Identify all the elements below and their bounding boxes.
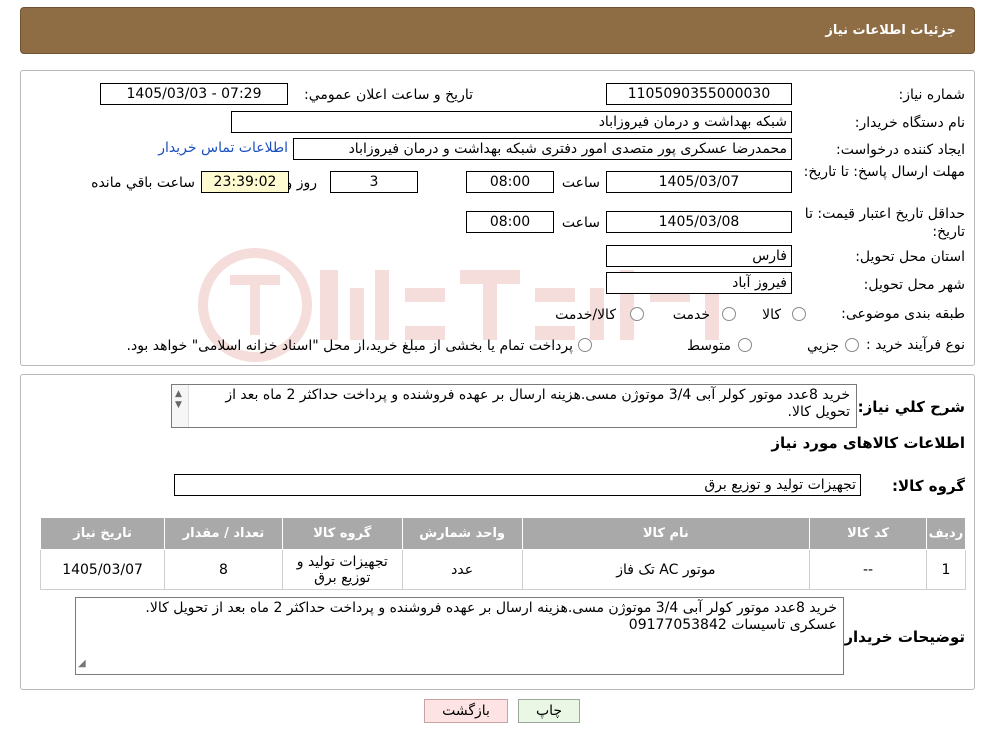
process-radio-minor[interactable] bbox=[845, 338, 859, 352]
deadline-time-field: 08:00 bbox=[466, 171, 554, 193]
table-row: 1 -- موتور AC تک فاز عدد تجهیزات تولید و… bbox=[39, 549, 967, 590]
summary-textarea[interactable]: ▲ ▼ خرید 8عدد موتور کولر آبی 3/4 موتوژن م… bbox=[171, 384, 857, 428]
validity-time-field: 08:00 bbox=[466, 211, 554, 233]
goods-group-label: گروه کالا: bbox=[892, 477, 965, 495]
process-radio-medium[interactable] bbox=[738, 338, 752, 352]
cell-date: 1405/03/07 bbox=[39, 549, 166, 590]
buyer-notes-textarea[interactable]: خرید 8عدد موتور کولر آبی 3/4 موتوژن مسی.… bbox=[75, 597, 844, 675]
goods-group-field: تجهیزات تولید و توزیع برق bbox=[174, 474, 861, 496]
goods-section-title: اطلاعات کالاهای مورد نياز bbox=[771, 434, 965, 452]
category-option-goods-service: کالا/خدمت bbox=[555, 307, 616, 323]
page-title: جزئیات اطلاعات نیاز bbox=[825, 23, 956, 38]
validity-label: حداقل تاریخ اعتبار قیمت: تا تاریخ: bbox=[804, 206, 965, 240]
buyer-contact-link[interactable]: اطلاعات تماس خریدار bbox=[158, 140, 288, 156]
remaining-label: ساعت باقي مانده bbox=[91, 175, 195, 191]
cell-index: 1 bbox=[925, 549, 967, 590]
buyer-org-label: نام دستگاه خریدار: bbox=[854, 115, 965, 131]
city-label: شهر محل تحویل: bbox=[863, 277, 965, 293]
cell-group: تجهیزات تولید و توزیع برق bbox=[281, 549, 403, 590]
goods-table: رديف کد کالا نام کالا واحد شمارش گروه کا… bbox=[39, 517, 967, 590]
cell-name: موتور AC تک فاز bbox=[521, 549, 811, 590]
buyer-notes-label: توضيحات خريدار: bbox=[838, 628, 965, 646]
cell-code: -- bbox=[809, 549, 927, 590]
province-field: فارس bbox=[606, 245, 792, 267]
buyer-notes-line1: خرید 8عدد موتور کولر آبی 3/4 موتوژن مسی.… bbox=[145, 600, 837, 616]
col-name: نام کالا bbox=[521, 517, 811, 550]
buyer-notes-line2: عسکری تاسیسات 09177053842 bbox=[628, 617, 837, 633]
buyer-org-field: شبکه بهداشت و درمان فیروزاباد bbox=[231, 111, 792, 133]
deadline-date-field: 1405/03/07 bbox=[606, 171, 792, 193]
category-option-service: خدمت bbox=[672, 307, 710, 323]
category-option-goods: کالا bbox=[762, 307, 781, 323]
summary-scrollbar[interactable]: ▲ ▼ bbox=[172, 385, 189, 427]
category-radio-goods-service[interactable] bbox=[630, 307, 644, 321]
creator-label: ایجاد کننده درخواست: bbox=[836, 142, 965, 158]
days-label: روز و bbox=[285, 175, 318, 191]
col-code: کد کالا bbox=[809, 517, 927, 550]
deadline-time-label: ساعت bbox=[561, 175, 600, 191]
col-index: رديف bbox=[925, 517, 967, 550]
col-qty: تعداد / مقدار bbox=[164, 517, 283, 550]
col-group: گروه کالا bbox=[281, 517, 403, 550]
days-field: 3 bbox=[330, 171, 418, 193]
process-radio-treasury[interactable] bbox=[578, 338, 592, 352]
process-label: نوع فرآیند خرید : bbox=[866, 337, 965, 353]
back-button[interactable]: بازگشت bbox=[424, 699, 508, 723]
goods-table-header: رديف کد کالا نام کالا واحد شمارش گروه کا… bbox=[39, 517, 967, 550]
city-field: فیروز آباد bbox=[606, 272, 792, 294]
category-radio-goods[interactable] bbox=[792, 307, 806, 321]
need-number-field: 1105090355000030 bbox=[606, 83, 792, 105]
col-unit: واحد شمارش bbox=[401, 517, 523, 550]
summary-label: شرح کلي نياز: bbox=[857, 398, 965, 416]
summary-text: خرید 8عدد موتور کولر آبی 3/4 موتوژن مسی.… bbox=[225, 387, 850, 420]
process-option-minor: جزيي bbox=[807, 338, 839, 354]
cell-unit: عدد bbox=[401, 549, 523, 590]
print-button[interactable]: چاپ bbox=[518, 699, 580, 723]
process-option-medium: متوسط bbox=[687, 338, 731, 354]
deadline-label: مهلت ارسال پاسخ: تا تاریخ: bbox=[803, 164, 965, 180]
validity-time-label: ساعت bbox=[561, 215, 600, 231]
creator-field: محمدرضا عسکری پور متصدی امور دفتری شبکه … bbox=[293, 138, 792, 160]
announce-label: تاریخ و ساعت اعلان عمومي: bbox=[304, 87, 473, 103]
province-label: استان محل تحویل: bbox=[855, 249, 965, 265]
col-date: تاریخ نیاز bbox=[39, 517, 166, 550]
remaining-time-field: 23:39:02 bbox=[201, 171, 289, 193]
need-number-label: شماره نیاز: bbox=[898, 87, 966, 103]
page-header: جزئیات اطلاعات نیاز bbox=[20, 7, 975, 54]
process-note: پرداخت تمام یا بخشی از مبلغ خرید،از محل … bbox=[126, 338, 573, 354]
resize-grip-icon[interactable]: ◢ bbox=[78, 655, 86, 672]
validity-date-field: 1405/03/08 bbox=[606, 211, 792, 233]
cell-qty: 8 bbox=[164, 549, 283, 590]
category-radio-service[interactable] bbox=[722, 307, 736, 321]
category-label: طبقه بندی موضوعی: bbox=[841, 306, 965, 322]
announce-field: 1405/03/03 - 07:29 bbox=[100, 83, 288, 105]
